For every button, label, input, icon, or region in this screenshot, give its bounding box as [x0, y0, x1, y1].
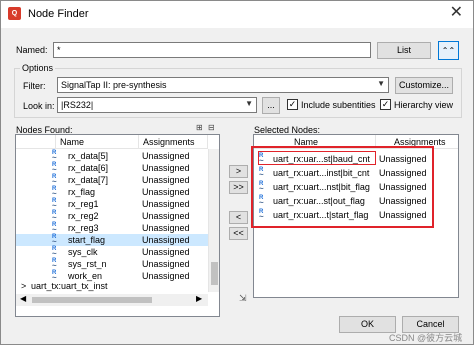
node-name: rx_data[6]: [68, 163, 109, 173]
list-item[interactable]: R ~ rx_flag Unassigned: [16, 186, 208, 198]
node-icon: R ~: [52, 174, 57, 186]
scrollbar-thumb[interactable]: [211, 262, 218, 285]
node-name: rx_data[7]: [68, 175, 109, 185]
node-icon: R ~: [52, 150, 57, 162]
node-assignment: Unassigned: [142, 163, 190, 173]
customize-button[interactable]: Customize...: [395, 77, 453, 94]
include-subentities-checkbox[interactable]: ✓: [287, 99, 298, 110]
column-header-assignments[interactable]: Assignments: [139, 135, 208, 149]
node-assignment: Unassigned: [142, 199, 190, 209]
filter-label: Filter:: [23, 81, 46, 91]
list-item[interactable]: R ~ sys_clk Unassigned: [16, 246, 208, 258]
expand-icon[interactable]: >: [21, 280, 26, 292]
chevron-down-icon: ▼: [377, 79, 385, 88]
node-finder-dialog: Q Node Finder ✕ Named: * List ⌃⌃ Options…: [0, 0, 474, 345]
list-item[interactable]: R ~ rx_data[5] Unassigned: [16, 150, 208, 162]
node-icon: R ~: [52, 198, 57, 210]
node-name: sys_rst_n: [68, 259, 107, 269]
column-header-name[interactable]: Name: [56, 135, 139, 149]
node-icon: R ~: [52, 222, 57, 234]
node-name: rx_flag: [68, 187, 96, 197]
node-name: start_flag: [68, 235, 106, 245]
node-name: rx_data[5]: [68, 151, 109, 161]
hierarchy-view-checkbox[interactable]: ✓: [380, 99, 391, 110]
node-assignment: Unassigned: [142, 211, 190, 221]
node-icon: R ~: [52, 210, 57, 222]
list-item[interactable]: R ~ rx_reg1 Unassigned: [16, 198, 208, 210]
node-assignment: Unassigned: [142, 151, 190, 161]
node-name: rx_reg3: [68, 223, 99, 233]
named-input[interactable]: *: [53, 42, 371, 58]
app-icon: Q: [8, 7, 21, 20]
remove-selected-button[interactable]: <: [229, 211, 248, 224]
expander-column-header: [16, 135, 56, 149]
node-assignment: Unassigned: [142, 247, 190, 257]
remove-all-button[interactable]: <<: [229, 227, 248, 240]
horizontal-scrollbar[interactable]: ◀ ▶: [16, 294, 208, 306]
title-bar: Q Node Finder ✕: [1, 1, 473, 28]
list-item[interactable]: R ~ start_flag Unassigned: [16, 234, 208, 246]
include-subentities-label: Include subentities: [301, 100, 376, 110]
nodes-found-list[interactable]: Name Assignments R ~ rx_data[5] Unassigned R…: [15, 134, 220, 317]
scroll-left-icon[interactable]: ◀: [20, 294, 26, 303]
grid-view-icon[interactable]: ⊞: [196, 123, 203, 132]
collapse-options-button[interactable]: ⌃⌃: [438, 41, 459, 60]
window-title: Node Finder: [28, 8, 89, 20]
list-item[interactable]: R ~ rx_data[7] Unassigned: [16, 174, 208, 186]
close-icon[interactable]: ✕: [450, 4, 463, 22]
ok-button[interactable]: OK: [339, 316, 396, 333]
tree-item-label: uart_tx:uart_tx_inst: [31, 281, 108, 291]
node-name: rx_reg1: [68, 199, 99, 209]
node-icon: R ~: [52, 258, 57, 270]
node-name: rx_reg2: [68, 211, 99, 221]
add-selected-button[interactable]: >: [229, 165, 248, 178]
chevron-down-icon: ▼: [245, 99, 253, 108]
hierarchy-view-label: Hierarchy view: [394, 100, 454, 110]
tree-item-uart-tx[interactable]: > uart_tx:uart_tx_inst: [16, 280, 208, 292]
lookin-select[interactable]: |RS232| ▼: [57, 97, 257, 113]
node-assignment: Unassigned: [142, 235, 190, 245]
node-icon: R ~: [52, 246, 57, 258]
lookin-label: Look in:: [23, 101, 55, 111]
list-button[interactable]: List: [377, 42, 431, 59]
node-assignment: Unassigned: [142, 259, 190, 269]
node-assignment: Unassigned: [142, 223, 190, 233]
add-all-button[interactable]: >>: [229, 181, 248, 194]
node-icon: R ~: [52, 186, 57, 198]
list-item[interactable]: R ~ rx_reg2 Unassigned: [16, 210, 208, 222]
watermark: CSDN @彼方云城: [389, 333, 463, 343]
highlight-row-box: [258, 151, 376, 165]
node-assignment: Unassigned: [142, 187, 190, 197]
list-item[interactable]: R ~ rx_reg3 Unassigned: [16, 222, 208, 234]
filter-select[interactable]: SignalTap II: pre-synthesis ▼: [57, 77, 389, 93]
vertical-scrollbar[interactable]: [208, 149, 219, 292]
lookin-value: |RS232|: [61, 100, 94, 110]
list-item[interactable]: R ~ sys_rst_n Unassigned: [16, 258, 208, 270]
filter-value: SignalTap II: pre-synthesis: [61, 80, 167, 90]
node-assignment: Unassigned: [142, 175, 190, 185]
options-group-label: Options: [20, 63, 56, 73]
node-name: sys_clk: [68, 247, 98, 257]
list-item[interactable]: R ~ rx_data[6] Unassigned: [16, 162, 208, 174]
scroll-right-icon[interactable]: ▶: [196, 294, 202, 303]
horizontal-scrollbar-thumb[interactable]: [32, 297, 152, 303]
columns-icon[interactable]: ⊟: [208, 123, 215, 132]
named-label: Named:: [16, 45, 48, 55]
node-icon: R ~: [52, 162, 57, 174]
node-icon: R ~: [52, 234, 57, 246]
double-chevron-up-icon: ⌃⌃: [441, 46, 456, 55]
browse-button[interactable]: ...: [262, 97, 280, 114]
expand-all-icon[interactable]: ⇲: [239, 293, 247, 304]
